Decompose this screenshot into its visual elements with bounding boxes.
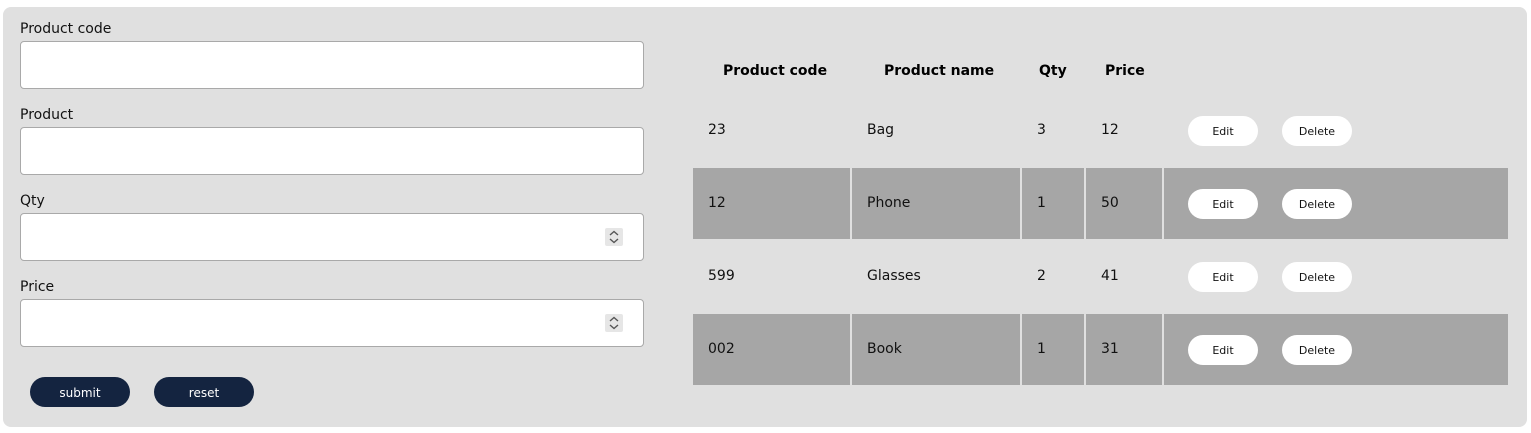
qty-label: Qty bbox=[20, 193, 45, 209]
edit-button[interactable]: Edit bbox=[1188, 335, 1258, 365]
cell-qty: 2 bbox=[1037, 268, 1046, 284]
delete-button[interactable]: Delete bbox=[1282, 335, 1352, 365]
delete-button[interactable]: Delete bbox=[1282, 189, 1352, 219]
cell-actions: Edit Delete bbox=[1164, 314, 1508, 385]
delete-button[interactable]: Delete bbox=[1282, 116, 1352, 146]
delete-button[interactable]: Delete bbox=[1282, 262, 1352, 292]
cell-price: 50 bbox=[1086, 168, 1162, 239]
cell-product-code: 599 bbox=[708, 268, 735, 284]
header-product-name: Product name bbox=[884, 63, 995, 79]
header-product-code: Product code bbox=[723, 63, 828, 79]
edit-button[interactable]: Edit bbox=[1188, 262, 1258, 292]
table-row: 23 Bag 3 12 Edit Delete bbox=[693, 95, 1508, 166]
qty-input[interactable] bbox=[20, 213, 644, 261]
qty-spinner-icon[interactable] bbox=[605, 228, 623, 246]
cell-product-code: 12 bbox=[693, 168, 850, 239]
product-panel: Product code Product Qty Price submit re… bbox=[3, 7, 1527, 427]
product-label: Product bbox=[20, 107, 74, 123]
cell-product-name: Phone bbox=[852, 168, 1020, 239]
cell-product-name: Glasses bbox=[867, 268, 921, 284]
cell-price: 12 bbox=[1101, 122, 1119, 138]
edit-button[interactable]: Edit bbox=[1188, 189, 1258, 219]
price-label: Price bbox=[20, 279, 55, 295]
product-code-label: Product code bbox=[20, 21, 112, 37]
cell-actions: Edit Delete bbox=[1164, 241, 1508, 312]
cell-qty: 1 bbox=[1022, 314, 1084, 385]
header-price: Price bbox=[1105, 63, 1145, 79]
price-spinner-icon[interactable] bbox=[605, 314, 623, 332]
cell-product-code: 002 bbox=[693, 314, 850, 385]
product-code-input[interactable] bbox=[20, 41, 644, 89]
cell-qty: 1 bbox=[1022, 168, 1084, 239]
table-header: Product code Product name Qty Price bbox=[693, 47, 1508, 95]
products-table: Product code Product name Qty Price 23 B… bbox=[693, 47, 1508, 387]
header-qty: Qty bbox=[1039, 63, 1067, 79]
cell-product-code: 23 bbox=[708, 122, 726, 138]
table-row: 12 Phone 1 50 Edit Delete bbox=[693, 168, 1508, 239]
table-row: 599 Glasses 2 41 Edit Delete bbox=[693, 241, 1508, 312]
product-input[interactable] bbox=[20, 127, 644, 175]
cell-product-name: Bag bbox=[867, 122, 895, 138]
cell-actions: Edit Delete bbox=[1164, 168, 1508, 239]
cell-price: 41 bbox=[1101, 268, 1119, 284]
table-row: 002 Book 1 31 Edit Delete bbox=[693, 314, 1508, 385]
product-form: Product code Product Qty Price bbox=[20, 19, 644, 363]
cell-qty: 3 bbox=[1037, 122, 1046, 138]
cell-product-name: Book bbox=[852, 314, 1020, 385]
price-input[interactable] bbox=[20, 299, 644, 347]
edit-button[interactable]: Edit bbox=[1188, 116, 1258, 146]
submit-button[interactable]: submit bbox=[30, 377, 130, 407]
cell-actions: Edit Delete bbox=[1164, 95, 1508, 166]
cell-price: 31 bbox=[1086, 314, 1162, 385]
reset-button[interactable]: reset bbox=[154, 377, 254, 407]
